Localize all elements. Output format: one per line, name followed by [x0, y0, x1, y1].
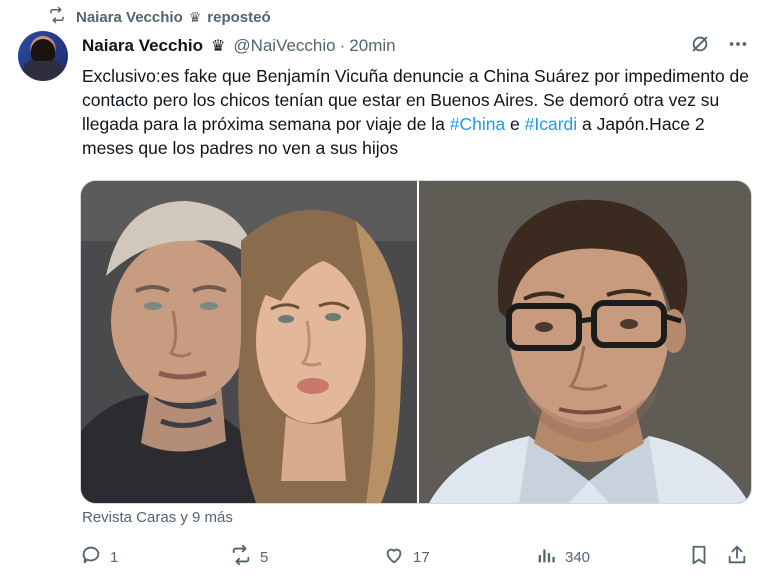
- couple-selfie-photo[interactable]: [81, 181, 417, 503]
- author-handle[interactable]: @NaiVecchio: [233, 36, 335, 56]
- like-button[interactable]: 17: [383, 541, 430, 573]
- views-chart-icon: [535, 544, 557, 570]
- grok-icon[interactable]: [689, 33, 711, 60]
- reply-button[interactable]: 1: [80, 541, 118, 573]
- heart-icon: [383, 544, 405, 570]
- tweet-header: Naiara Vecchio ♛ @NaiVecchio · 20min: [82, 34, 749, 58]
- separator-dot: ·: [339, 36, 346, 55]
- like-count: 17: [413, 548, 430, 566]
- tweet-media[interactable]: [80, 180, 752, 504]
- views-count: 340: [565, 548, 591, 566]
- author-name[interactable]: Naiara Vecchio: [82, 36, 203, 56]
- reply-icon: [80, 544, 102, 570]
- reply-count: 1: [110, 548, 119, 566]
- action-bar: 1 5 17 340: [80, 541, 752, 573]
- hashtag-china[interactable]: #China: [450, 114, 505, 134]
- avatar[interactable]: [18, 31, 68, 81]
- more-options-icon[interactable]: [727, 33, 749, 60]
- repost-button[interactable]: 5: [230, 541, 268, 573]
- repost-label: Naiara Vecchio ♛ reposteó: [76, 9, 271, 26]
- bookmark-icon: [688, 544, 710, 570]
- repost-count: 5: [260, 548, 269, 566]
- crown-badge-icon: ♛: [210, 38, 226, 55]
- share-icon: [726, 544, 748, 570]
- bookmark-button[interactable]: [688, 541, 710, 573]
- repost-user[interactable]: Naiara Vecchio: [76, 9, 183, 26]
- share-button[interactable]: [726, 541, 748, 573]
- hashtag-icardi[interactable]: #Icardi: [525, 114, 578, 134]
- repost-indicator[interactable]: Naiara Vecchio ♛ reposteó: [48, 6, 271, 28]
- repost-action: reposteó: [207, 8, 271, 26]
- media-source[interactable]: Revista Caras y 9 más: [82, 509, 233, 526]
- views-button[interactable]: 340: [535, 541, 590, 573]
- man-with-glasses-portrait[interactable]: [419, 181, 751, 503]
- repost-icon: [230, 544, 252, 570]
- tweet-time[interactable]: 20min: [349, 36, 395, 56]
- tweet-text: Exclusivo:es fake que Benjamín Vicuña de…: [82, 64, 754, 160]
- crown-badge-icon: ♛: [188, 8, 202, 25]
- header-actions: [689, 33, 749, 60]
- repost-icon: [48, 6, 66, 28]
- tweet-text-part2: e: [505, 114, 525, 134]
